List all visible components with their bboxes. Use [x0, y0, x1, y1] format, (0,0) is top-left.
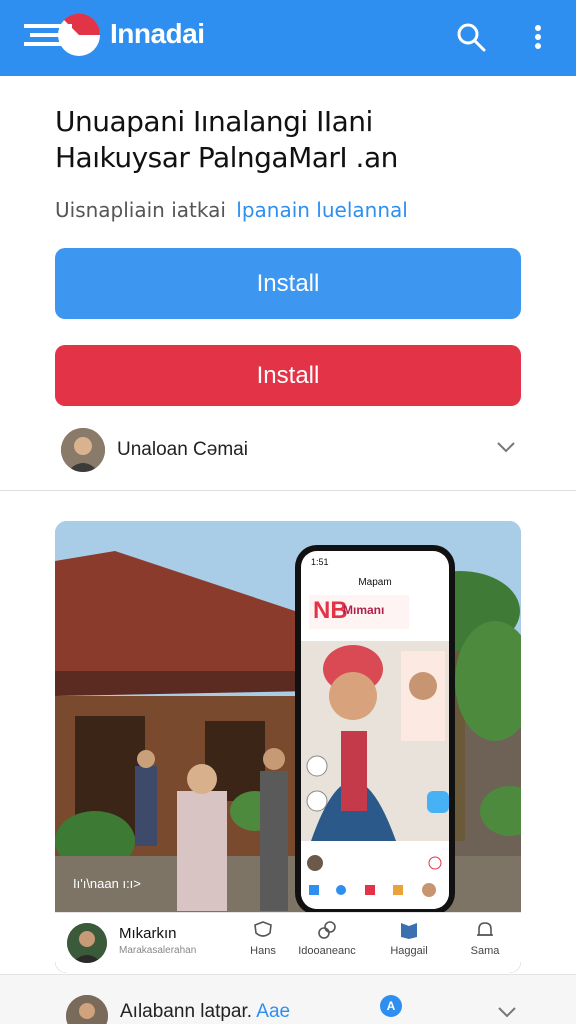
- developer-avatar: [61, 428, 105, 472]
- phone-app-title: Mapam: [358, 577, 392, 588]
- phone-mockup: 1:51 Mapam NB Mımanı: [295, 545, 455, 915]
- phone-screen: 1:51 Mapam NB Mımanı: [301, 551, 449, 909]
- link-icon: [318, 921, 336, 939]
- phone-bottom-bar: [301, 851, 449, 909]
- phone-banner: NB Mımanı: [309, 595, 409, 629]
- nav-item-label: Haggail: [390, 945, 428, 957]
- nav-profile-name: Mıkarkın: [119, 925, 177, 942]
- phone-status-time: 1:51: [311, 557, 329, 567]
- title-line-1: Unuapani Iınalangi IIani: [55, 105, 373, 138]
- search-icon[interactable]: [454, 20, 488, 54]
- bottom-row-name-text: Aılabann Ɩatpar.: [120, 1001, 253, 1022]
- install-button-primary[interactable]: Install: [55, 248, 521, 319]
- bottom-navigation: Mıkarkın Marakasalerahan Hans Idooaneanc…: [55, 912, 521, 973]
- nav-item-library[interactable]: Haggail: [379, 919, 439, 957]
- page-title: Unuapani Iınalangi IIani Haıkuysar Palng…: [55, 104, 525, 176]
- phone-portrait: [301, 641, 449, 841]
- bottom-row-avatar: [66, 995, 108, 1024]
- title-line-2: Haıkuysar PalngaMarI .an: [55, 141, 398, 174]
- chevron-down-icon[interactable]: [495, 440, 517, 454]
- chevron-down-icon[interactable]: [496, 1005, 518, 1019]
- subtitle-text: Uisnapliain iatkai: [55, 198, 226, 222]
- subtitle: Uisnapliain iatkai lpanain luelannal: [55, 198, 408, 222]
- nav-item-notifications[interactable]: Sama: [457, 919, 513, 957]
- hero-caption: Iı'ı\naan ı:ı>: [73, 876, 141, 891]
- bottom-row-name-highlight: Aae: [256, 1001, 291, 1022]
- subtitle-link[interactable]: lpanain luelannal: [236, 198, 408, 222]
- nav-item-label: Sama: [470, 945, 500, 957]
- install-button-secondary[interactable]: Install: [55, 345, 521, 406]
- developer-row[interactable]: Unaloan Cəmai: [55, 424, 521, 476]
- developer-name: Unaloan Cəmai: [117, 439, 248, 460]
- nav-profile-avatar: [67, 923, 107, 963]
- nav-item-label: Hans: [250, 945, 276, 957]
- bottom-list-row[interactable]: Aılabann Ɩatpar. Aae A: [0, 974, 576, 1024]
- hero-screenshot[interactable]: Iı'ı\naan ı:ı> 1:51 Mapam NB Mımanı Mıka…: [55, 521, 521, 973]
- nav-item-home[interactable]: Hans: [235, 919, 291, 957]
- brand-logo-icon[interactable]: [24, 10, 104, 60]
- app-bar: Innadai: [0, 0, 576, 76]
- section-divider: [0, 490, 576, 491]
- bell-icon: [477, 922, 493, 936]
- bottom-row-badge: A: [380, 995, 402, 1017]
- book-icon: [401, 923, 417, 939]
- more-vert-icon[interactable]: [526, 20, 550, 54]
- bottom-row-name: Aılabann Ɩatpar. Aae: [120, 1001, 290, 1023]
- app-brand: Innadai: [110, 18, 205, 49]
- nav-item-discover[interactable]: Idooaneanc: [295, 919, 359, 957]
- shield-heart-icon: [254, 921, 272, 937]
- phone-banner-small: Mımanı: [343, 603, 385, 617]
- nav-item-label: Idooaneanc: [298, 945, 356, 957]
- nav-profile-subtitle: Marakasalerahan: [119, 945, 197, 956]
